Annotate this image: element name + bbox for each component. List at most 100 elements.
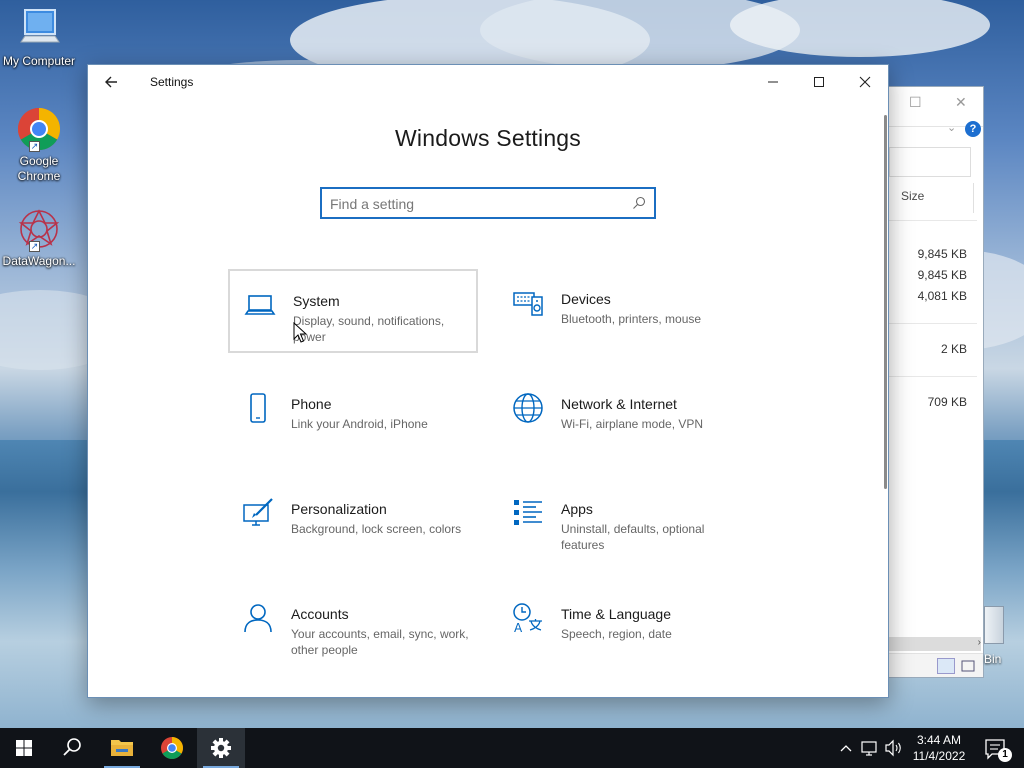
action-center-button[interactable]: 1 bbox=[976, 728, 1024, 768]
svg-text:A: A bbox=[514, 621, 523, 634]
file-size: 4,081 KB bbox=[917, 289, 967, 303]
column-divider bbox=[973, 183, 974, 213]
taskbar-chrome[interactable] bbox=[148, 728, 196, 768]
settings-window[interactable]: Settings Windows Settings System Display… bbox=[87, 64, 889, 698]
desktop-icon-datawagon[interactable]: ↗ DataWagon... bbox=[0, 206, 78, 269]
laptop-icon bbox=[244, 295, 276, 315]
desktop-icon-google-chrome[interactable]: ↗ Google Chrome bbox=[0, 106, 78, 184]
notification-count-badge: 1 bbox=[998, 748, 1012, 762]
tile-personalization[interactable]: Personalization Background, lock screen,… bbox=[228, 479, 478, 563]
taskbar: 3:44 AM 11/4/2022 1 bbox=[0, 728, 1024, 768]
computer-icon bbox=[15, 6, 63, 52]
tile-description: Speech, region, date bbox=[561, 627, 672, 641]
tile-title: Time & Language bbox=[561, 606, 671, 622]
gear-icon bbox=[211, 738, 231, 758]
tile-title: Network & Internet bbox=[561, 396, 677, 412]
recycle-bin-icon[interactable] bbox=[984, 606, 1004, 644]
taskbar-clock[interactable]: 3:44 AM 11/4/2022 bbox=[904, 732, 974, 764]
chrome-icon: ↗ bbox=[15, 106, 63, 152]
desktop-icon-label: Chrome bbox=[17, 169, 61, 183]
paint-icon bbox=[243, 498, 273, 526]
file-size: 2 KB bbox=[940, 342, 967, 356]
shortcut-arrow-icon: ↗ bbox=[29, 141, 40, 152]
tile-title: Accounts bbox=[291, 606, 349, 622]
minimize-button[interactable] bbox=[750, 65, 796, 99]
close-button[interactable] bbox=[842, 65, 888, 99]
folder-icon bbox=[111, 740, 133, 756]
search-input[interactable] bbox=[330, 194, 620, 214]
file-size: 9,845 KB bbox=[917, 247, 967, 261]
tile-title: Phone bbox=[291, 396, 332, 412]
tile-description: Background, lock screen, colors bbox=[291, 522, 462, 536]
help-icon[interactable]: ? bbox=[965, 121, 981, 137]
arrow-left-icon bbox=[105, 76, 117, 88]
taskbar-settings[interactable] bbox=[197, 728, 245, 768]
tile-system[interactable]: System Display, sound, notifications, po… bbox=[228, 269, 478, 353]
file-explorer-window[interactable]: ☐ ✕ ⌄ ? Size 9,845 KB 9,845 KB 4,081 KB … bbox=[884, 86, 984, 678]
explorer-search-input[interactable] bbox=[889, 147, 971, 177]
tile-title: System bbox=[293, 293, 340, 309]
network-tray-button[interactable] bbox=[858, 728, 882, 768]
chevron-right-icon[interactable]: › bbox=[978, 637, 981, 648]
back-button[interactable] bbox=[100, 71, 122, 93]
volume-tray-button[interactable] bbox=[882, 728, 906, 768]
apps-list-icon bbox=[514, 500, 542, 525]
maximize-icon bbox=[814, 77, 824, 87]
start-button[interactable] bbox=[0, 728, 48, 768]
maximize-button[interactable] bbox=[796, 65, 842, 99]
explorer-status-bar bbox=[885, 653, 983, 677]
desktop-icon-label: Google bbox=[19, 154, 59, 168]
title-bar[interactable]: Settings bbox=[88, 65, 888, 99]
taskbar-search-button[interactable] bbox=[48, 728, 96, 768]
show-hidden-icons-button[interactable] bbox=[836, 728, 856, 768]
desktop-icon-my-computer[interactable]: My Computer bbox=[0, 6, 78, 69]
windows-logo-icon bbox=[16, 740, 32, 756]
tile-apps[interactable]: Apps Uninstall, defaults, optional featu… bbox=[498, 479, 748, 563]
close-icon[interactable]: ✕ bbox=[955, 94, 967, 111]
search-icon[interactable] bbox=[632, 196, 646, 210]
taskbar-file-explorer[interactable] bbox=[98, 728, 146, 768]
search-icon bbox=[63, 738, 81, 756]
vertical-scrollbar[interactable] bbox=[884, 115, 887, 489]
tile-accounts[interactable]: Accounts Your accounts, email, sync, wor… bbox=[228, 584, 478, 668]
file-size: 709 KB bbox=[927, 395, 967, 409]
tile-title: Apps bbox=[561, 501, 593, 517]
tile-time-language[interactable]: A Time & Language Speech, region, date bbox=[498, 584, 748, 668]
large-icons-view-icon[interactable] bbox=[959, 658, 977, 674]
keyboard-speaker-icon bbox=[513, 292, 543, 316]
tile-phone[interactable]: Phone Link your Android, iPhone bbox=[228, 374, 478, 458]
chevron-up-icon bbox=[840, 745, 852, 752]
desktop-icon-label: DataWagon... bbox=[2, 254, 76, 268]
details-view-icon[interactable] bbox=[937, 658, 955, 674]
mouse-cursor-icon bbox=[293, 322, 307, 343]
tile-description: Your accounts, email, sync, work, other … bbox=[291, 627, 469, 657]
close-icon bbox=[859, 76, 871, 88]
tile-description: Wi-Fi, airplane mode, VPN bbox=[561, 417, 704, 431]
globe-icon bbox=[513, 393, 543, 423]
phone-icon bbox=[250, 393, 266, 423]
clock-date: 11/4/2022 bbox=[912, 749, 966, 763]
maximize-icon[interactable]: ☐ bbox=[909, 94, 922, 111]
search-box[interactable] bbox=[320, 187, 656, 219]
tile-devices[interactable]: Devices Bluetooth, printers, mouse bbox=[498, 269, 748, 353]
horizontal-scrollbar[interactable]: › bbox=[889, 637, 981, 651]
network-icon bbox=[861, 741, 877, 756]
tile-title: Personalization bbox=[291, 501, 387, 517]
divider bbox=[885, 220, 977, 221]
person-icon bbox=[244, 604, 272, 633]
chrome-icon bbox=[161, 737, 183, 759]
column-header-size[interactable]: Size bbox=[901, 189, 924, 203]
tile-description: Uninstall, defaults, optional features bbox=[561, 522, 705, 552]
speaker-icon bbox=[885, 739, 901, 757]
chevron-down-icon[interactable]: ⌄ bbox=[947, 121, 956, 134]
desktop-icon-label: My Computer bbox=[2, 54, 76, 68]
tile-description: Link your Android, iPhone bbox=[291, 417, 428, 431]
tile-description: Display, sound, notifications, power bbox=[293, 314, 445, 344]
time-language-icon: A bbox=[513, 603, 542, 634]
minimize-icon bbox=[768, 81, 778, 83]
tile-network-internet[interactable]: Network & Internet Wi-Fi, airplane mode,… bbox=[498, 374, 748, 458]
clock-time: 3:44 AM bbox=[916, 733, 962, 747]
divider bbox=[885, 323, 977, 324]
window-title: Settings bbox=[150, 75, 194, 89]
datawagon-logo-icon: ↗ bbox=[15, 206, 63, 252]
